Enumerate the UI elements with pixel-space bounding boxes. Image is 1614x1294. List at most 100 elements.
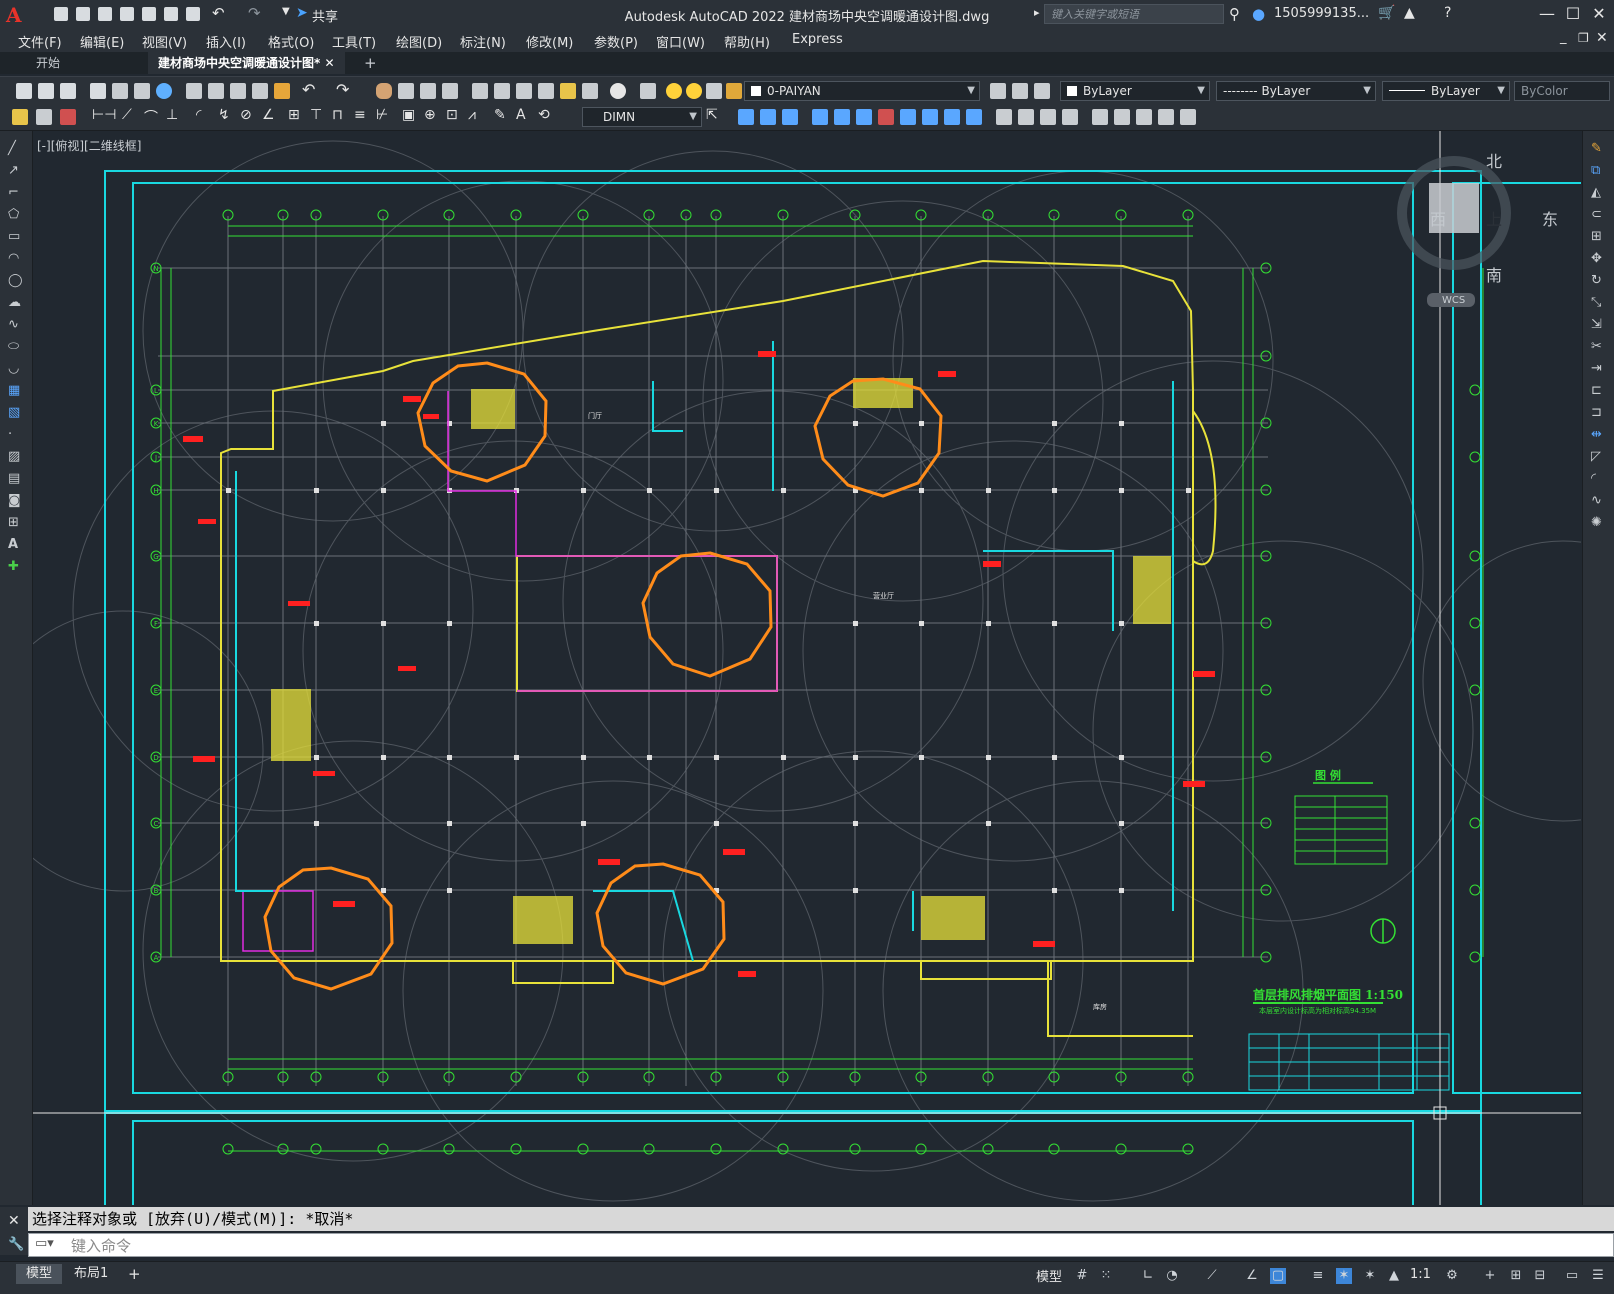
menu-edit[interactable]: 编辑(E) <box>80 32 124 51</box>
jogged-dim-icon[interactable]: ↯ <box>218 107 230 123</box>
isodraft-icon[interactable]: ⟋ <box>1204 1268 1220 1284</box>
properties-icon[interactable] <box>472 83 488 99</box>
spline-icon[interactable]: ∿ <box>8 317 24 333</box>
help-tb-icon[interactable] <box>610 83 626 99</box>
open-icon[interactable] <box>38 83 54 99</box>
continue-dim-icon[interactable]: ⊓ <box>332 107 343 123</box>
viewcube-top-face[interactable]: 上 <box>1486 206 1502 230</box>
angular-dim-icon[interactable]: ∠ <box>262 107 275 123</box>
color-dropdown[interactable]: ByLayer ▼ <box>1060 81 1210 101</box>
doc-minimize-icon[interactable]: _ <box>1560 30 1567 45</box>
make-block-icon[interactable]: ▧ <box>8 405 24 421</box>
model-space-button[interactable]: 模型 <box>1036 1266 1062 1285</box>
plot-icon[interactable] <box>186 7 200 21</box>
redo-icon[interactable]: ↷ <box>248 4 261 22</box>
array-icon[interactable] <box>812 109 828 125</box>
quick-dimension-icon[interactable]: ⊞ <box>288 107 300 123</box>
radius-dim-icon[interactable]: ◜ <box>196 107 201 123</box>
auto-scale-icon[interactable]: ✶ <box>1362 1268 1378 1284</box>
zoom-realtime-icon[interactable] <box>398 83 414 99</box>
region-icon[interactable]: ◙ <box>8 493 24 509</box>
tolerance-icon[interactable]: ▣ <box>402 107 415 123</box>
layer-dropdown[interactable]: 0-PAIYAN ▼ <box>744 81 980 101</box>
menu-modify[interactable]: 修改(M) <box>526 32 573 51</box>
join-icon[interactable] <box>996 109 1012 125</box>
save-icon[interactable] <box>98 7 112 21</box>
rotate-icon[interactable] <box>856 109 872 125</box>
wcs-menu[interactable]: WCS <box>1442 295 1465 306</box>
workspace-gear-icon[interactable]: ⚙ <box>1444 1268 1460 1284</box>
close-command-line-icon[interactable]: ✕ <box>8 1213 20 1229</box>
fillet-icon[interactable] <box>1040 109 1056 125</box>
fillet-palette-icon[interactable]: ◜ <box>1591 471 1607 487</box>
menu-draw[interactable]: 绘图(D) <box>396 32 442 51</box>
units-icon[interactable]: ⊞ <box>1508 1268 1524 1284</box>
save-web-icon[interactable] <box>164 7 178 21</box>
polyline-icon[interactable]: ⌐ <box>8 185 24 201</box>
aligned-dim-icon[interactable]: ⟋ <box>122 107 132 123</box>
linear-dim-icon[interactable]: ⊢⊣ <box>92 107 116 123</box>
design-center-icon[interactable] <box>494 83 510 99</box>
rectangle-icon[interactable]: ▭ <box>8 229 24 245</box>
array-palette-icon[interactable]: ⊞ <box>1591 229 1607 245</box>
customize-quick-access-icon[interactable]: ▼ <box>282 6 290 17</box>
construction-line-icon[interactable]: ↗ <box>8 163 24 179</box>
search-icon[interactable]: ⚲ <box>1229 5 1240 23</box>
open-web-icon[interactable] <box>142 7 156 21</box>
cut-icon[interactable] <box>186 83 202 99</box>
maximize-button[interactable]: ☐ <box>1560 4 1586 24</box>
dim-space-icon[interactable]: ≡ <box>354 107 366 123</box>
layer-states-icon[interactable] <box>1034 83 1050 99</box>
open-file-icon[interactable] <box>76 7 90 21</box>
tab-layout1[interactable]: 布局1 <box>64 1264 118 1284</box>
dim-text-edit-icon[interactable]: A <box>516 107 526 123</box>
tab-close-icon[interactable]: ✕ <box>324 56 334 70</box>
undo-tb-icon[interactable]: ↶ <box>302 80 315 99</box>
command-input[interactable] <box>69 1235 973 1257</box>
trim-icon[interactable] <box>878 109 894 125</box>
dim-edit-icon[interactable]: ✎ <box>494 107 506 123</box>
layer-properties-icon[interactable] <box>640 83 656 99</box>
hatch-icon[interactable]: ▨ <box>8 449 24 465</box>
erase-icon[interactable] <box>1092 109 1108 125</box>
help-icon[interactable]: ? <box>1444 5 1451 21</box>
circle-icon[interactable]: ◯ <box>8 273 24 289</box>
copy-icon[interactable] <box>208 83 224 99</box>
layer-thaw-icon[interactable] <box>686 83 702 99</box>
table-icon[interactable]: ⊞ <box>8 515 24 531</box>
paste-icon[interactable] <box>230 83 246 99</box>
command-prompt-icon[interactable]: ▭▾ <box>35 1236 54 1251</box>
snap-icon[interactable]: ⁙ <box>1098 1268 1114 1284</box>
mirror-palette-icon[interactable]: ◭ <box>1591 185 1607 201</box>
edit-hatch-icon[interactable] <box>1136 109 1152 125</box>
menu-format[interactable]: 格式(O) <box>268 32 314 51</box>
brush-icon[interactable] <box>274 83 290 99</box>
autocad-logo-icon[interactable]: A <box>6 3 22 27</box>
undo-icon[interactable]: ↶ <box>212 4 225 22</box>
user-account[interactable]: 1505999135... <box>1274 6 1369 21</box>
diameter-dim-icon[interactable]: ⊘ <box>240 107 252 123</box>
share-button[interactable]: 共享 <box>312 6 338 25</box>
extend-palette-icon[interactable]: ⇥ <box>1591 361 1607 377</box>
calculator-icon[interactable] <box>582 83 598 99</box>
linetype-dropdown[interactable]: -------- ByLayer ▼ <box>1216 81 1376 101</box>
customize-wrench-icon[interactable]: 🔧 <box>8 1237 24 1252</box>
viewcube-east[interactable]: 东 <box>1542 206 1558 230</box>
doc-restore-icon[interactable]: ❐ <box>1578 31 1589 45</box>
save-toolbar-icon[interactable] <box>60 83 76 99</box>
annotation-scale-icon[interactable]: ▲ <box>1386 1268 1402 1284</box>
chamfer-icon[interactable] <box>1018 109 1034 125</box>
join-palette-icon[interactable]: ⇹ <box>1591 427 1607 443</box>
stretch-palette-icon[interactable]: ⇲ <box>1591 317 1607 333</box>
layer-lock-icon[interactable] <box>726 83 742 99</box>
layer-viewport-icon[interactable] <box>706 83 722 99</box>
quick-properties-icon[interactable]: ⊟ <box>1532 1268 1548 1284</box>
scale-icon[interactable] <box>900 109 916 125</box>
globe-icon[interactable] <box>156 83 172 99</box>
grid-icon[interactable]: # <box>1074 1268 1090 1284</box>
chamfer-palette-icon[interactable]: ◸ <box>1591 449 1607 465</box>
gradient-icon[interactable]: ▤ <box>8 471 24 487</box>
close-button[interactable]: ✕ <box>1586 4 1612 24</box>
annotation-scale-value[interactable]: 1:1 <box>1410 1267 1431 1282</box>
menu-tools[interactable]: 工具(T) <box>332 32 376 51</box>
